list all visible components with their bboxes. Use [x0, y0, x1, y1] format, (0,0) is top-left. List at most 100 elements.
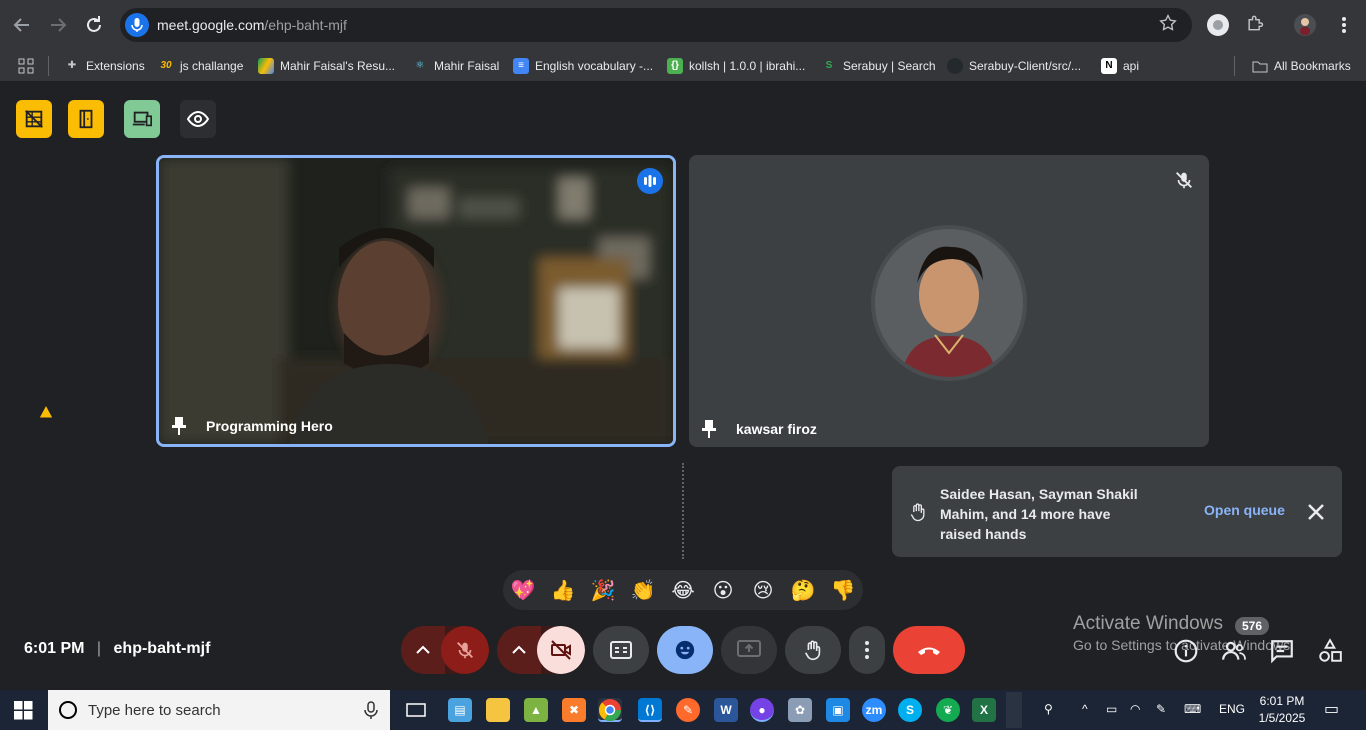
mic-off-icon — [1173, 169, 1195, 191]
taskbar-search[interactable]: Type here to search — [48, 690, 390, 730]
drive-icon — [258, 58, 274, 74]
keyboard-icon[interactable]: ⌨ — [1184, 702, 1201, 716]
puzzle-icon[interactable] — [1243, 13, 1267, 37]
bookmark-serabuy-search[interactable]: S Serabuy | Search — [821, 56, 936, 76]
profile-extension-icon[interactable] — [1206, 13, 1230, 37]
app-icon-green[interactable]: ▲ — [524, 698, 548, 722]
visibility-button[interactable] — [180, 100, 216, 138]
chat-button[interactable] — [1269, 638, 1295, 664]
bookmark-english-vocabulary[interactable]: ≡ English vocabulary -... — [513, 56, 653, 76]
mic-options-button[interactable] — [401, 626, 445, 674]
raise-hand-button[interactable] — [785, 626, 841, 674]
xampp-icon[interactable]: ✖ — [562, 698, 586, 722]
shapes-icon — [1319, 638, 1342, 662]
bookmark-api[interactable]: Napi — [1101, 56, 1139, 76]
reaction-sparkling-heart[interactable]: 💖 — [510, 578, 536, 604]
arrow-left-icon — [13, 18, 29, 32]
windows-taskbar: Type here to search ▤ ▲ ✖ ⟨⟩ ✎ W ● ✿ ▣ z… — [0, 690, 1366, 730]
bookmark-js-challange[interactable]: 30 js challange — [158, 56, 243, 76]
more-vert-icon[interactable] — [1332, 13, 1356, 37]
reaction-sad[interactable]: 😢 — [750, 578, 776, 604]
drag-handle[interactable] — [682, 463, 684, 559]
wifi-icon[interactable]: ◠ — [1130, 702, 1140, 716]
address-bar[interactable]: meet.google.com/ehp-baht-mjf — [120, 8, 1192, 42]
zoom-icon[interactable]: zm — [862, 698, 886, 722]
leave-call-button[interactable] — [893, 626, 965, 674]
microphone-icon[interactable] — [364, 701, 378, 724]
file-explorer-icon[interactable] — [486, 698, 510, 722]
cursor-pointer-icon — [38, 403, 54, 424]
camera-options-button[interactable] — [497, 626, 541, 674]
bookmark-kollsh[interactable]: {} kollsh | 1.0.0 | ibrahi... — [667, 56, 805, 76]
reaction-laugh[interactable]: 😂 — [670, 578, 696, 604]
bookmark-star-icon[interactable] — [1156, 13, 1180, 37]
taskbar-scroll[interactable] — [1006, 692, 1022, 728]
microphone-in-use-icon[interactable] — [125, 13, 149, 37]
mic-off-icon — [457, 642, 473, 659]
no-video-grid-button[interactable] — [16, 100, 52, 138]
pen-icon[interactable]: ✎ — [1156, 702, 1166, 716]
reload-button[interactable] — [82, 13, 106, 37]
vscode-icon[interactable]: ⟨⟩ — [638, 698, 662, 722]
camera-toggle-button[interactable] — [537, 626, 585, 674]
avatar — [871, 225, 1027, 381]
postman-icon[interactable]: ✎ — [676, 698, 700, 722]
pin-icon[interactable] — [701, 419, 717, 439]
mongodb-icon[interactable]: ❦ — [936, 698, 960, 722]
back-button[interactable] — [10, 13, 34, 37]
bookmarks-bar: ✚ Extensions 30 js challange Mahir Faisal'… — [0, 50, 1366, 82]
present-screen-button[interactable] — [721, 626, 777, 674]
apps-grid-icon[interactable] — [18, 56, 34, 76]
emoji-reactions-button[interactable] — [657, 626, 713, 674]
reaction-clap[interactable]: 👏 — [630, 578, 656, 604]
captions-button[interactable] — [593, 626, 649, 674]
folder-icon — [1252, 58, 1268, 74]
taskbar-clock[interactable]: 6:01 PM 1/5/2025 — [1252, 693, 1312, 727]
participant-tile[interactable]: Programming Hero — [156, 155, 676, 447]
mic-toggle-button[interactable] — [441, 626, 489, 674]
battery-icon[interactable]: ▭ — [1106, 702, 1117, 716]
bookmark-resume[interactable]: Mahir Faisal's Resu... — [258, 56, 395, 76]
pin-icon[interactable] — [171, 416, 187, 436]
door-button[interactable] — [68, 100, 104, 138]
search-placeholder: Type here to search — [88, 702, 221, 719]
reaction-thinking[interactable]: 🤔 — [790, 578, 816, 604]
puzzle-icon: ✚ — [67, 60, 77, 71]
app-icon-paint[interactable]: ✿ — [788, 698, 812, 722]
skype-icon[interactable]: S — [898, 698, 922, 722]
notion-icon: N — [1101, 58, 1117, 74]
people-button[interactable] — [1221, 638, 1247, 664]
close-icon[interactable] — [1306, 502, 1326, 527]
input-language[interactable]: ENG — [1219, 702, 1245, 716]
chrome-icon[interactable] — [598, 698, 622, 722]
bookmark-serabuy-client[interactable]: Serabuy-Client/src/... — [947, 56, 1081, 76]
forward-button[interactable] — [46, 13, 70, 37]
excel-icon[interactable]: X — [972, 698, 996, 722]
devices-button[interactable] — [124, 100, 160, 138]
bookmark-extensions[interactable]: ✚ Extensions — [64, 56, 145, 76]
reaction-thumbs-down[interactable]: 👎 — [830, 578, 856, 604]
open-queue-button[interactable]: Open queue — [1204, 502, 1285, 518]
notifications-icon[interactable]: ▭ — [1324, 699, 1339, 719]
reaction-surprised[interactable]: 😮 — [710, 578, 736, 604]
firefox-icon[interactable]: ● — [750, 698, 774, 722]
info-icon — [1174, 639, 1198, 663]
chat-icon — [1271, 640, 1293, 664]
task-view-icon[interactable] — [404, 698, 428, 722]
word-icon[interactable]: W — [714, 698, 738, 722]
thirty-icon: 30 — [160, 60, 172, 71]
more-options-button[interactable] — [849, 626, 885, 674]
participant-tile[interactable]: kawsar firoz — [689, 155, 1209, 447]
app-icon-blue[interactable]: ▣ — [826, 698, 850, 722]
all-bookmarks[interactable]: All Bookmarks — [1252, 56, 1351, 76]
meeting-details-button[interactable] — [1173, 638, 1199, 664]
chevron-up-icon[interactable]: ^ — [1082, 702, 1088, 716]
user-avatar[interactable] — [1293, 13, 1317, 37]
reaction-thumbs-up[interactable]: 👍 — [550, 578, 576, 604]
people-tray-icon[interactable]: ⚲ — [1044, 702, 1053, 716]
app-icon-scrapbook[interactable]: ▤ — [448, 698, 472, 722]
activities-button[interactable] — [1317, 638, 1343, 664]
windows-start-icon[interactable] — [14, 701, 33, 725]
bookmark-mahir-faisal[interactable]: ⚛ Mahir Faisal — [412, 56, 500, 76]
reaction-party[interactable]: 🎉 — [590, 578, 616, 604]
